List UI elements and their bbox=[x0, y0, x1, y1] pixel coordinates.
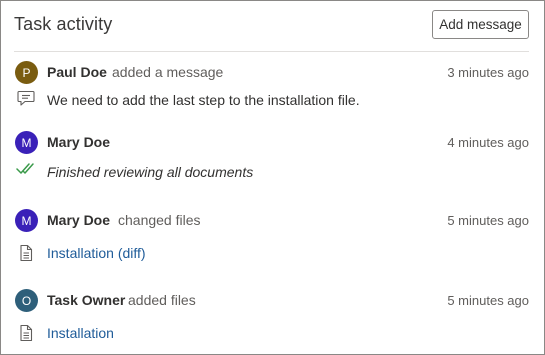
activity-action: added files bbox=[128, 292, 196, 308]
file-link[interactable]: Installation (diff) bbox=[47, 245, 146, 261]
avatar: M bbox=[15, 131, 38, 154]
avatar-initial: M bbox=[21, 213, 32, 228]
document-icon bbox=[16, 243, 38, 263]
activity-time: 5 minutes ago bbox=[447, 213, 529, 228]
avatar-initial: P bbox=[22, 65, 31, 80]
activity-author: Task Owner bbox=[47, 292, 126, 308]
activity-author: Mary Doe bbox=[47, 134, 111, 150]
activity-item: M Mary Doe changed files 5 minutes ago I… bbox=[15, 209, 529, 269]
activity-message: We need to add the last step to the inst… bbox=[47, 92, 360, 108]
add-message-button[interactable]: Add message bbox=[432, 10, 529, 39]
avatar: O bbox=[15, 289, 38, 312]
activity-time: 4 minutes ago bbox=[447, 135, 529, 150]
document-icon bbox=[16, 323, 38, 343]
panel-title: Task activity bbox=[14, 14, 113, 34]
activity-author: Paul Doe bbox=[47, 64, 107, 80]
activity-author: Mary Doe bbox=[47, 212, 111, 228]
avatar: P bbox=[15, 61, 38, 84]
avatar-initial: O bbox=[21, 293, 32, 308]
avatar: M bbox=[15, 209, 38, 232]
activity-status-text: Finished reviewing all documents bbox=[47, 164, 254, 180]
comment-icon bbox=[16, 88, 38, 108]
activity-time: 5 minutes ago bbox=[447, 293, 529, 308]
activity-action: added a message bbox=[112, 64, 224, 80]
activity-time: 3 minutes ago bbox=[447, 65, 529, 80]
file-link[interactable]: Installation bbox=[47, 325, 114, 341]
task-activity-panel: Task activity Add message P Paul Doe add… bbox=[0, 0, 545, 355]
activity-action: changed files bbox=[118, 212, 201, 228]
double-check-icon bbox=[16, 161, 38, 181]
activity-item: P Paul Doe added a message 3 minutes ago… bbox=[15, 61, 529, 121]
avatar-initial: M bbox=[21, 135, 32, 150]
activity-item: M Mary Doe 4 minutes ago Finished review… bbox=[15, 131, 529, 191]
activity-item: O Task Owner added files 5 minutes ago I… bbox=[15, 289, 529, 349]
panel-header: Task activity Add message bbox=[14, 1, 529, 52]
